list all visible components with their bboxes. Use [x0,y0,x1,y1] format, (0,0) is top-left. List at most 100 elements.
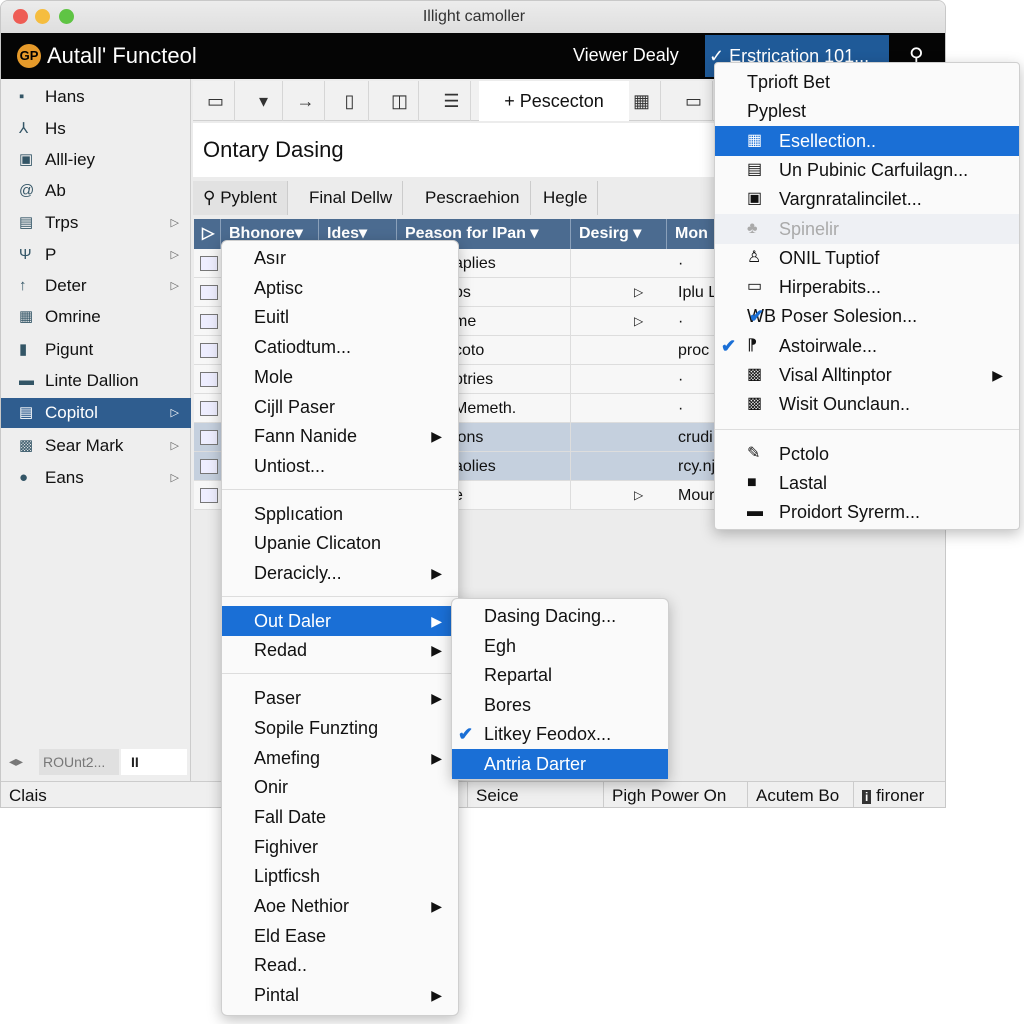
dropdown-item[interactable]: Pyplest [715,96,1019,126]
menu-item[interactable]: Aptisc [222,273,458,303]
dropdown-item[interactable]: ✔ ⁋ Astoirwale... [715,331,1019,361]
list-icon[interactable]: ☰ [433,81,471,121]
chevron-right-icon[interactable]: ▷ [171,208,179,238]
menu-item[interactable]: Untiost... [222,451,458,481]
row-checkbox[interactable] [200,256,218,271]
grid-icon[interactable]: ▦ [623,81,661,121]
dropdown-item[interactable]: ▩ Visal Alltinptor ▶ [715,360,1019,390]
add-button[interactable]: + Pescecton [479,81,629,121]
close-button[interactable] [13,9,28,24]
menu-item[interactable]: Fighiver [222,832,458,862]
dropdown-item[interactable]: Tprioft Bet [715,67,1019,97]
submenu-item[interactable]: Dasing Dacing... [452,601,668,631]
folder-icon[interactable]: ▭ [675,81,713,121]
viewer-link[interactable]: Viewer Dealy [573,45,679,66]
menu-item[interactable]: Aoe Nethior ▶ [222,891,458,921]
menu-item[interactable]: Sopile Funzting [222,713,458,743]
row-checkbox[interactable] [200,343,218,358]
menu-item[interactable]: Catiodtum... [222,332,458,362]
dropdown-item[interactable]: ▣ Vargnratalincilet... [715,184,1019,214]
sidebar: ▪ Hans ⅄ Hs ▣ Alll-iey @ Ab ▤ Trps ▷ Ψ P ▷ ↑ Deter ▷ ▦ Omr… [1,79,191,781]
column-header[interactable]: Desirg ▾ [571,219,667,249]
arrow-right-icon[interactable]: → [287,81,325,121]
expand-icon[interactable]: ▷ [194,219,221,249]
menu-item[interactable]: Pintal ▶ [222,980,458,1010]
dropdown-item[interactable]: ▬ Proidort Syrerm... [715,497,1019,527]
dropdown-item[interactable]: ▩ Wisit Ounclaun.. [715,389,1019,419]
dropdown-item[interactable]: ✔ WB Poser Solesion... [715,301,1019,331]
zoom-button[interactable] [59,9,74,24]
tab[interactable]: Final Dellw [299,181,404,215]
menu-item[interactable]: Upanie Clicaton [222,528,458,558]
dropdown-item[interactable]: ▭ Hirperabits... [715,272,1019,302]
sidebar-item[interactable]: ↑ Deter ▷ [1,271,191,301]
chevron-right-icon[interactable]: ▷ [171,431,179,461]
tab[interactable]: Pescraehion [415,181,531,215]
volume-icon[interactable]: ◂▸ [9,753,23,770]
dropdown-icon[interactable]: ▾ [245,81,283,121]
chevron-right-icon[interactable]: ▷ [171,398,179,428]
row-checkbox[interactable] [200,459,218,474]
track-field[interactable]: ROUnt2... [39,749,119,775]
pause-button[interactable]: II [121,749,187,775]
sidebar-item[interactable]: ▪ Hans [1,82,191,112]
dropdown-item[interactable]: ✎ Pctolo [715,439,1019,469]
tab[interactable]: ⚲ Pyblent [193,181,288,215]
dropdown-item[interactable]: ▦ Esellection.. [715,125,1019,156]
sidebar-item[interactable]: ⅄ Hs [1,114,191,144]
sidebar-item[interactable]: ▬ Linte Dallion [1,366,191,396]
menu-item[interactable]: Redad ▶ [222,635,458,665]
row-checkbox[interactable] [200,430,218,445]
menu-item[interactable]: Mole [222,362,458,392]
chevron-right-icon[interactable]: ▷ [634,278,643,307]
menu-item[interactable]: Fann Nanide ▶ [222,421,458,451]
menu-item[interactable]: Deracicly... ▶ [222,558,458,588]
chevron-right-icon[interactable]: ▷ [171,271,179,301]
minimize-button[interactable] [35,9,50,24]
submenu-item[interactable]: ✔ Litkey Feodox... [452,719,668,749]
row-checkbox[interactable] [200,488,218,503]
sidebar-item[interactable]: ▣ Alll-iey [1,145,191,175]
sidebar-item[interactable]: Ψ P ▷ [1,240,191,270]
row-checkbox[interactable] [200,401,218,416]
sidebar-item[interactable]: ▤ Copitol ▷ [1,398,191,428]
tab[interactable]: Hegle [533,181,599,215]
submenu-item[interactable]: Bores [452,690,668,720]
menu-item[interactable]: Amefing ▶ [222,743,458,773]
row-checkbox[interactable] [200,372,218,387]
menu-item[interactable]: Paser ▶ [222,683,458,713]
sidebar-item[interactable]: ▤ Trps ▷ [1,208,191,238]
device-icon[interactable]: ▯ [331,81,369,121]
sidebar-item[interactable]: ● Eans ▷ [1,463,191,493]
dropdown-item[interactable]: ♙ ONIL Tuptiof [715,243,1019,273]
status-bar: Clais Seice Pigh Power On Acutem Bo i fi… [1,781,945,807]
menu-item[interactable]: Spplıcation [222,499,458,529]
menu-item[interactable]: Fall Date [222,802,458,832]
sidebar-item[interactable]: ▦ Omrine [1,302,191,332]
dropdown-item[interactable]: ♣ Spinelir [715,213,1019,244]
menu-item[interactable]: Onir [222,772,458,802]
sidebar-item[interactable]: ▮ Pigunt [1,335,191,365]
menu-item[interactable]: Asır [222,243,458,273]
chevron-right-icon[interactable]: ▷ [171,463,179,493]
submenu-item[interactable]: Egh [452,631,668,661]
menu-item[interactable]: Eld Ease [222,921,458,951]
display-icon[interactable]: ▭ [197,81,235,121]
dropdown-item[interactable]: ■ Lastal [715,468,1019,498]
dropdown-item[interactable]: ▤ Un Pubinic Carfuilagn... [715,155,1019,185]
chevron-right-icon[interactable]: ▷ [634,307,643,336]
menu-item[interactable]: Read.. [222,950,458,980]
chevron-right-icon[interactable]: ▷ [634,481,643,510]
chevron-right-icon[interactable]: ▷ [171,240,179,270]
menu-item[interactable]: Liptficsh [222,861,458,891]
menu-item[interactable]: Out Daler ▶ [222,605,458,636]
menu-item[interactable]: Cijll Paser [222,392,458,422]
row-checkbox[interactable] [200,314,218,329]
sidebar-item[interactable]: @ Ab [1,176,191,206]
menu-item[interactable]: Euitl [222,302,458,332]
submenu-item[interactable]: Antria Darter [452,749,668,779]
document-icon[interactable]: ◫ [381,81,419,121]
sidebar-item[interactable]: ▩ Sear Mark ▷ [1,431,191,461]
row-checkbox[interactable] [200,285,218,300]
submenu-item[interactable]: Repartal [452,660,668,690]
